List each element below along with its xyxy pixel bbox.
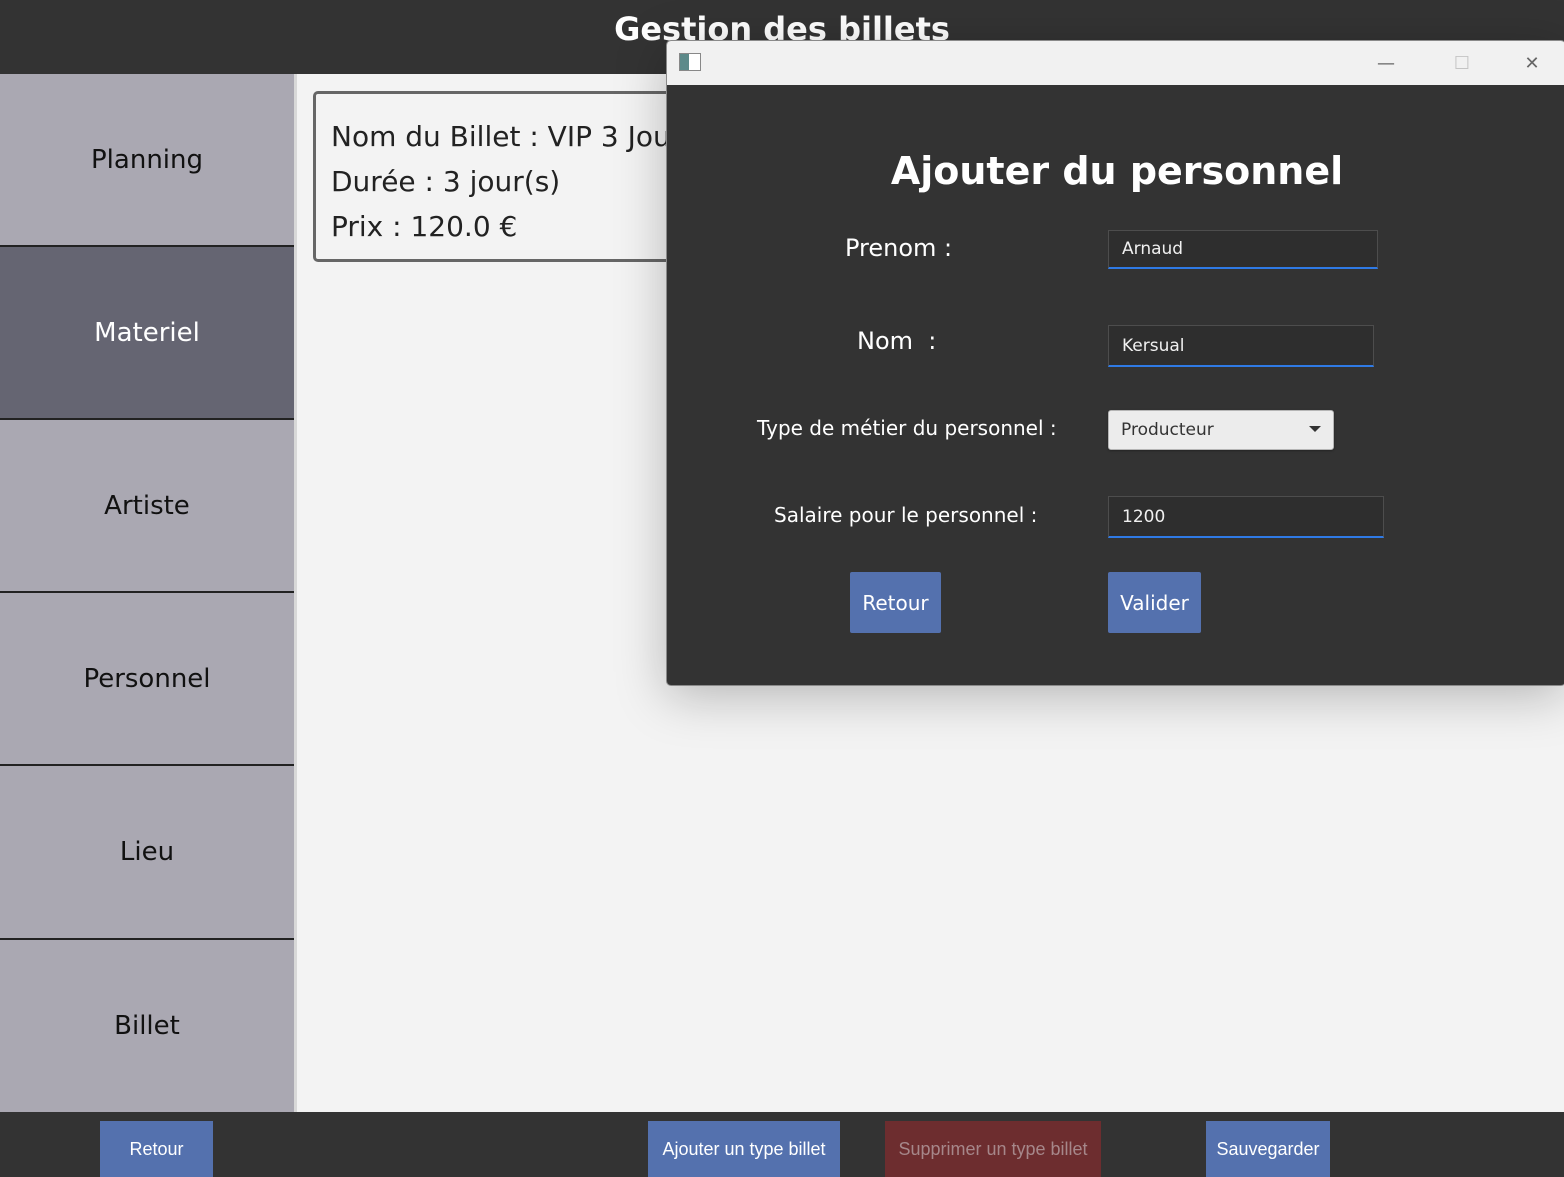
minimize-icon: —: [1377, 52, 1395, 74]
salaire-label: Salaire pour le personnel :: [774, 503, 1038, 527]
back-button[interactable]: Retour: [100, 1121, 213, 1177]
prenom-input[interactable]: [1108, 230, 1378, 269]
sidebar-item-label: Billet: [114, 1011, 180, 1041]
sidebar-item-billet[interactable]: Billet: [0, 940, 294, 1112]
sidebar-item-personnel[interactable]: Personnel: [0, 593, 294, 766]
sidebar-item-label: Artiste: [104, 490, 190, 521]
sidebar-item-label: Personnel: [83, 663, 211, 694]
close-button[interactable]: ✕: [1497, 41, 1564, 85]
sidebar-item-artiste[interactable]: Artiste: [0, 420, 294, 593]
dialog-titlebar[interactable]: — ☐ ✕: [667, 41, 1564, 85]
minimize-button[interactable]: —: [1351, 41, 1421, 85]
add-ticket-type-button[interactable]: Ajouter un type billet: [648, 1121, 840, 1177]
app-window-icon: [679, 53, 701, 71]
sidebar: Planning Materiel Artiste Personnel Lieu…: [0, 74, 296, 1112]
validate-button[interactable]: Valider: [1108, 572, 1201, 633]
sidebar-item-planning[interactable]: Planning: [0, 74, 294, 247]
close-icon: ✕: [1524, 52, 1540, 74]
sidebar-item-label: Materiel: [94, 317, 200, 348]
sidebar-item-lieu[interactable]: Lieu: [0, 766, 294, 940]
maximize-icon: ☐: [1453, 52, 1471, 74]
maximize-button[interactable]: ☐: [1427, 41, 1497, 85]
save-button[interactable]: Sauvegarder: [1206, 1121, 1330, 1177]
nom-label: Nom :: [857, 327, 937, 355]
dialog-heading: Ajouter du personnel: [890, 149, 1344, 193]
metier-label: Type de métier du personnel :: [757, 416, 1057, 440]
add-staff-dialog: — ☐ ✕ Ajouter du personnel Prenom : Nom …: [666, 40, 1564, 686]
delete-ticket-type-button[interactable]: Supprimer un type billet: [885, 1121, 1101, 1177]
salaire-input[interactable]: [1108, 496, 1384, 538]
metier-selected-value: Producteur: [1121, 420, 1214, 440]
chevron-down-icon: [1309, 426, 1321, 432]
metier-select[interactable]: Producteur: [1108, 410, 1334, 450]
sidebar-item-materiel[interactable]: Materiel: [0, 247, 294, 420]
prenom-label: Prenom :: [845, 234, 953, 262]
nom-input[interactable]: [1108, 325, 1374, 367]
sidebar-item-label: Lieu: [119, 837, 175, 867]
sidebar-item-label: Planning: [91, 144, 203, 175]
dialog-back-button[interactable]: Retour: [850, 572, 941, 633]
